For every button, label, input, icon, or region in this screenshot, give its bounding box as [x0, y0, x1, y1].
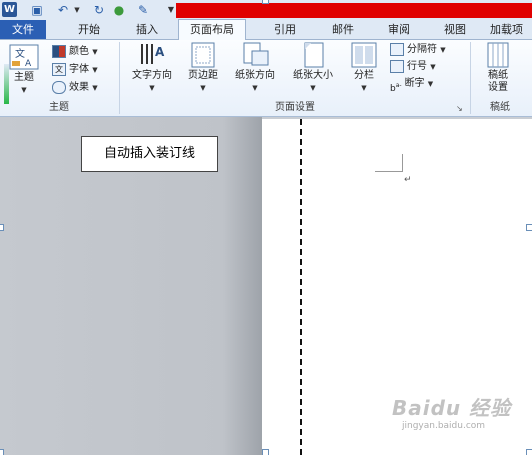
margin-corner-mark — [375, 154, 403, 172]
tab-page-layout[interactable]: 页面布局 — [178, 19, 246, 40]
chevron-down-icon: ▼ — [252, 84, 258, 92]
breaks-label: 分隔符 — [407, 44, 437, 55]
undo-dropdown-icon[interactable]: ▼ — [70, 3, 84, 17]
fonts-label: 字体 — [69, 64, 89, 75]
tab-insert[interactable]: 插入 — [124, 20, 170, 39]
selection-handle[interactable] — [0, 449, 4, 455]
tab-references[interactable]: 引用 — [262, 20, 308, 39]
group-separator — [470, 42, 471, 114]
chevron-down-icon: ▼ — [92, 84, 98, 92]
paragraph-mark: ↵ — [404, 175, 412, 185]
hyphenation-button[interactable]: ba- 断字 ▼ — [390, 76, 434, 94]
margins-icon — [191, 42, 215, 68]
theme-icon: 文 A — [9, 44, 39, 70]
margins-button[interactable]: 页边距 ▼ — [180, 42, 226, 94]
text-direction-label: 文字方向 — [132, 70, 172, 81]
tab-addins[interactable]: 加载项 — [490, 20, 532, 39]
word-logo[interactable]: W — [2, 2, 17, 17]
paint-icon[interactable]: ✎ — [136, 3, 150, 17]
orientation-button[interactable]: 纸张方向 ▼ — [226, 42, 284, 94]
chevron-down-icon: ▼ — [361, 84, 367, 92]
chevron-down-icon: ▼ — [200, 84, 206, 92]
save-icon[interactable]: ▣ — [30, 3, 44, 17]
page-size-icon — [304, 42, 324, 68]
ribbon-tabs: 文件 开始 插入 页面布局 引用 邮件 审阅 视图 加载项 — [0, 19, 532, 40]
theme-button[interactable]: 文 A 主题 ▼ — [4, 44, 44, 96]
chevron-down-icon: ▼ — [149, 84, 155, 92]
chevron-down-icon: ▼ — [310, 84, 316, 92]
manuscript-setup-button[interactable]: 稿纸设置 — [476, 42, 520, 94]
margins-label: 页边距 — [188, 70, 218, 81]
ribbon: 文 A 主题 ▼ 颜色 ▼ 文字体 ▼ 效果 ▼ 主题 A 文字方向 ▼ 页边距… — [0, 40, 532, 117]
selection-handle[interactable] — [262, 0, 269, 4]
orientation-label: 纸张方向 — [235, 70, 275, 81]
text-direction-icon: A — [141, 44, 165, 64]
effects-label: 效果 — [69, 82, 89, 93]
manuscript-icon — [487, 42, 509, 68]
effects-icon — [52, 80, 66, 94]
selection-handle[interactable] — [262, 449, 269, 455]
accent-strip — [4, 64, 9, 104]
chevron-down-icon: ▼ — [430, 63, 436, 71]
svg-text:A: A — [25, 59, 32, 69]
columns-label: 分栏 — [354, 70, 374, 81]
gutter-line — [300, 119, 302, 455]
chevron-down-icon: ▼ — [427, 80, 434, 88]
theme-button-label: 主题 — [14, 72, 34, 83]
breaks-button[interactable]: 分隔符 ▼ — [390, 42, 446, 57]
watermark: Baidu 经验 jingyan.baidu.com — [392, 392, 532, 452]
chevron-down-icon: ▼ — [21, 86, 27, 94]
tab-review[interactable]: 审阅 — [376, 20, 422, 39]
title-bar-highlight — [176, 3, 532, 18]
manuscript-setup-label: 稿纸设置 — [488, 70, 508, 93]
tab-home[interactable]: 开始 — [66, 20, 112, 39]
selection-handle[interactable] — [0, 224, 4, 231]
effects-button[interactable]: 效果 ▼ — [52, 80, 98, 95]
word-window: W ▣ ↶ ▼ ↻ ● ✎ ▼ 文件 开始 插入 页面布局 引用 邮件 审阅 视… — [0, 0, 532, 455]
undo-icon[interactable]: ↶ — [56, 3, 70, 17]
colors-icon — [52, 44, 66, 58]
fonts-icon: 文 — [52, 62, 66, 76]
orientation-icon — [243, 42, 269, 66]
svg-text:文: 文 — [15, 47, 25, 60]
tab-mailings[interactable]: 邮件 — [320, 20, 366, 39]
fonts-button[interactable]: 文字体 ▼ — [52, 62, 98, 77]
size-button[interactable]: 纸张大小 ▼ — [284, 42, 342, 94]
hyphenation-label: 断字 — [404, 78, 425, 89]
page-setup-group-label: 页面设置 — [275, 102, 315, 113]
chevron-down-icon: ▼ — [92, 66, 98, 74]
breaks-icon — [390, 42, 404, 56]
colors-label: 颜色 — [69, 46, 89, 57]
chevron-down-icon: ▼ — [92, 48, 98, 56]
columns-button[interactable]: 分栏 ▼ — [344, 42, 384, 94]
line-numbers-label: 行号 — [407, 61, 427, 72]
line-numbers-icon — [390, 59, 404, 73]
text-direction-button[interactable]: A 文字方向 ▼ — [124, 42, 180, 94]
circle-icon[interactable]: ● — [112, 3, 126, 17]
columns-icon — [351, 42, 377, 68]
watermark-sub: jingyan.baidu.com — [402, 421, 486, 431]
selection-handle[interactable] — [526, 224, 532, 231]
theme-group-label: 主题 — [49, 102, 69, 113]
line-numbers-button[interactable]: 行号 ▼ — [390, 59, 436, 74]
chevron-down-icon: ▼ — [440, 46, 446, 54]
tab-file[interactable]: 文件 — [0, 20, 46, 39]
tab-view[interactable]: 视图 — [432, 20, 478, 39]
watermark-main: Baidu 经验 — [392, 396, 512, 420]
manuscript-group-label: 稿纸 — [490, 102, 510, 113]
size-label: 纸张大小 — [293, 70, 333, 81]
dialog-launcher-icon[interactable]: ↘ — [456, 105, 464, 113]
colors-button[interactable]: 颜色 ▼ — [52, 44, 98, 59]
callout-label: 自动插入装订线 — [81, 136, 218, 172]
hyphenation-icon: ba- — [390, 81, 402, 94]
redo-icon[interactable]: ↻ — [92, 3, 106, 17]
svg-text:A: A — [155, 45, 165, 59]
